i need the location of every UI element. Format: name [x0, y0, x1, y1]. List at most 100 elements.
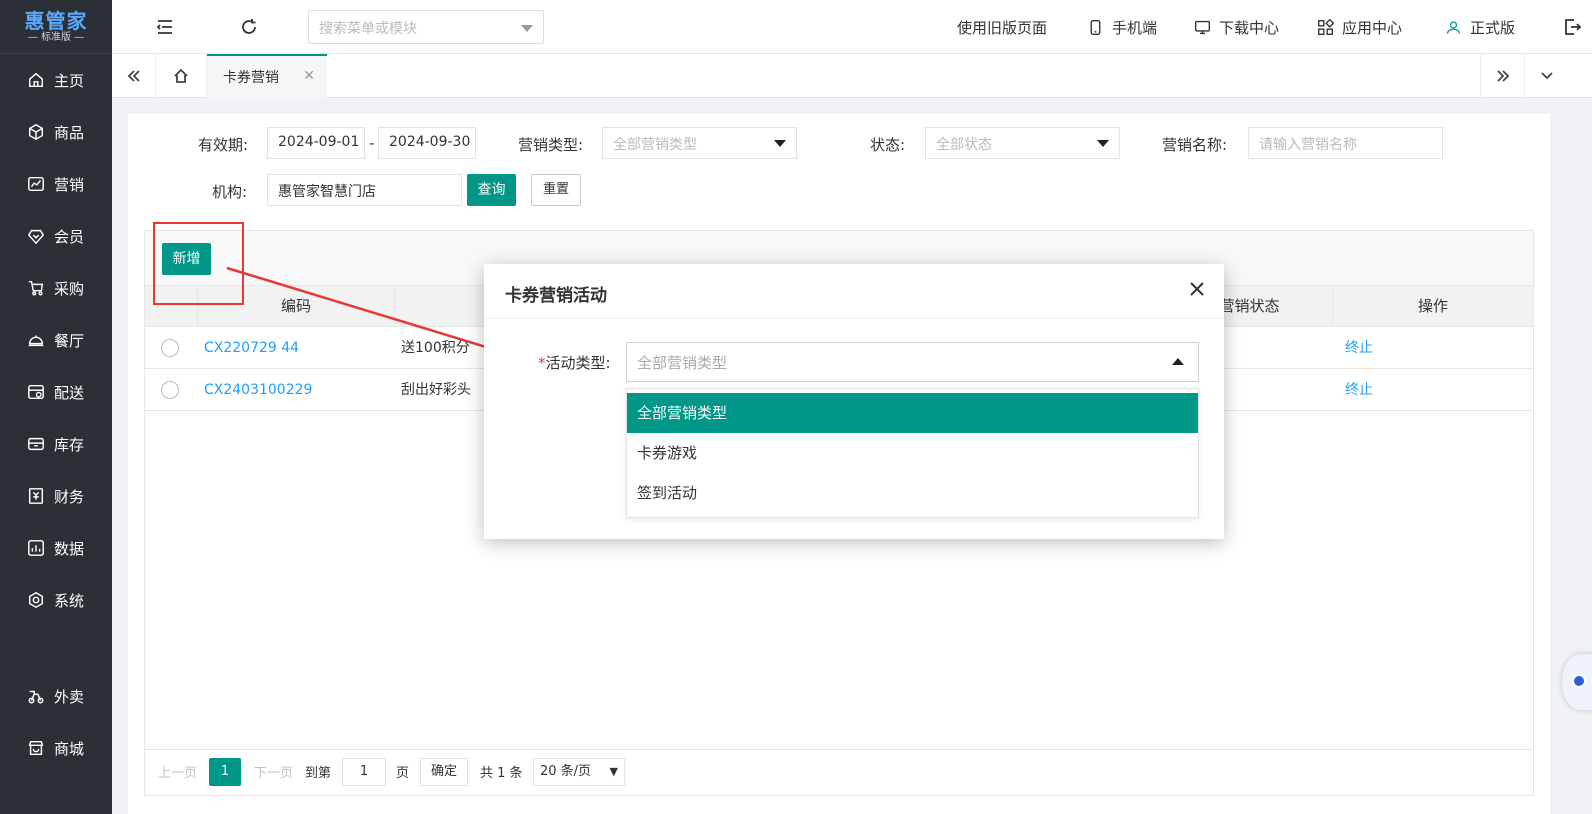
marketing-type-select[interactable]: 全部营销类型: [602, 127, 797, 159]
brand-name: 惠管家: [24, 8, 88, 33]
query-button[interactable]: 查询: [467, 174, 516, 206]
logout-icon[interactable]: [1562, 17, 1582, 37]
dropdown-option-checkin[interactable]: 签到活动: [627, 473, 1198, 513]
old-page-link[interactable]: 使用旧版页面: [957, 17, 1047, 38]
row-code-link[interactable]: CX2403100229: [204, 369, 312, 411]
sidebar-item-label: 商品: [54, 123, 85, 142]
required-mark: *: [538, 354, 546, 372]
menu-toggle-icon[interactable]: [155, 17, 175, 37]
dropdown-option-all[interactable]: 全部营销类型: [627, 393, 1198, 433]
action-column-header: 操作: [1417, 297, 1448, 315]
member-icon: [26, 226, 46, 246]
apps-label: 应用中心: [1342, 19, 1403, 37]
status-label: 状态:: [870, 136, 906, 154]
reset-button[interactable]: 重置: [531, 174, 581, 206]
org-label: 机构:: [212, 183, 248, 201]
validity-label: 有效期:: [198, 136, 249, 154]
current-page[interactable]: 1: [209, 758, 241, 786]
app-center-link[interactable]: 应用中心: [1317, 17, 1402, 38]
version-link[interactable]: 正式版: [1445, 17, 1515, 38]
sidebar-item-takeout[interactable]: 外卖: [0, 676, 112, 716]
sidebar-item-label: 外卖: [54, 687, 85, 706]
old-page-label: 使用旧版页面: [957, 19, 1048, 37]
prev-page-button[interactable]: 上一页: [158, 762, 197, 781]
mobile-link[interactable]: 手机端: [1087, 17, 1157, 38]
status-select[interactable]: 全部状态: [925, 127, 1120, 159]
sidebar-item-inventory[interactable]: 库存: [0, 424, 112, 464]
version-label: 正式版: [1470, 19, 1516, 37]
row-code-link[interactable]: CX220729 44: [204, 327, 299, 369]
chevron-down-icon: ▼: [609, 765, 618, 778]
sidebar-item-label: 会员: [54, 227, 85, 246]
sidebar-item-data[interactable]: 数据: [0, 528, 112, 568]
row-radio[interactable]: [161, 381, 179, 399]
top-bar: 搜索菜单或模块 使用旧版页面 手机端 下载中心 应用中心 正式版: [112, 0, 1592, 54]
sidebar-item-restaurant[interactable]: 餐厅: [0, 320, 112, 360]
row-name: 刮出好彩头: [401, 382, 471, 398]
sidebar-item-purchase[interactable]: 采购: [0, 268, 112, 308]
activity-type-placeholder: 全部营销类型: [637, 354, 728, 372]
mobile-label: 手机端: [1112, 19, 1158, 37]
marketing-name-input[interactable]: 请输入营销名称: [1248, 127, 1443, 159]
marketing-name-label: 营销名称:: [1162, 136, 1228, 154]
sidebar-item-label: 主页: [54, 71, 85, 90]
per-page-select[interactable]: 20 条/页 ▼: [533, 758, 625, 786]
tab-label: 卡券营销: [223, 70, 279, 86]
goto-confirm-button[interactable]: 确定: [420, 758, 468, 786]
next-page-button[interactable]: 下一页: [254, 762, 293, 781]
sidebar-item-label: 商城: [54, 739, 85, 758]
sidebar-item-label: 财务: [54, 487, 85, 506]
home-icon: [26, 70, 46, 90]
row-terminate-link[interactable]: 终止: [1345, 369, 1373, 411]
close-icon[interactable]: [1186, 278, 1208, 300]
date-separator: -: [369, 134, 375, 152]
tabs-menu-button[interactable]: [1524, 54, 1568, 98]
activity-type-select[interactable]: 全部营销类型: [626, 342, 1199, 382]
row-radio[interactable]: [161, 339, 179, 357]
goto-page-input[interactable]: 1: [342, 758, 386, 786]
box-icon: [26, 122, 46, 142]
activity-type-label-text: 活动类型:: [545, 354, 611, 372]
close-icon[interactable]: ✕: [303, 68, 315, 84]
sidebar-item-label: 库存: [54, 435, 85, 454]
cart-icon: [26, 278, 46, 298]
tabs-scroll-left-button[interactable]: [112, 54, 156, 98]
menu-search-input[interactable]: 搜索菜单或模块: [308, 10, 544, 44]
sidebar-item-marketing[interactable]: 营销: [0, 164, 112, 204]
tabs-scroll-right-button[interactable]: [1480, 54, 1524, 98]
sidebar-item-home[interactable]: 主页: [0, 60, 112, 100]
sidebar-item-finance[interactable]: 财务: [0, 476, 112, 516]
date-start-input[interactable]: 2024-09-01: [267, 127, 365, 159]
settings-icon: [26, 590, 46, 610]
finance-icon: [26, 486, 46, 506]
sidebar-item-products[interactable]: 商品: [0, 112, 112, 152]
sidebar-item-mall[interactable]: 商城: [0, 728, 112, 768]
status-placeholder: 全部状态: [936, 137, 992, 153]
sidebar-item-label: 数据: [54, 539, 85, 558]
dropdown-option-coupon-game[interactable]: 卡券游戏: [627, 433, 1198, 473]
sidebar-item-members[interactable]: 会员: [0, 216, 112, 256]
activity-type-dropdown: 全部营销类型 卡券游戏 签到活动: [626, 388, 1199, 518]
date-end-input[interactable]: 2024-09-30: [378, 127, 476, 159]
annotation-highlight-box: [153, 222, 244, 305]
tab-home[interactable]: [156, 54, 207, 98]
sidebar-item-delivery[interactable]: 配送: [0, 372, 112, 412]
sidebar-item-label: 系统: [54, 591, 85, 610]
org-input[interactable]: 惠管家智慧门店: [267, 174, 462, 206]
row-terminate-link[interactable]: 终止: [1345, 327, 1373, 369]
floating-assistant[interactable]: [1562, 654, 1592, 710]
sidebar-item-label: 采购: [54, 279, 85, 298]
pagination: 上一页 1 下一页 到第 1 页 确定 共 1 条 20 条/页 ▼: [145, 749, 1533, 795]
sidebar-item-system[interactable]: 系统: [0, 580, 112, 620]
sidebar: 惠管家 — 标准版 — 主页 商品 营销 会员 采购 餐厅 配送 库存 财务 数…: [0, 0, 112, 814]
chevron-down-icon: [521, 25, 533, 32]
delivery-icon: [26, 382, 46, 402]
double-chevron-left-icon: [127, 70, 140, 82]
brand-logo[interactable]: 惠管家 — 标准版 —: [0, 0, 112, 54]
download-center-link[interactable]: 下载中心: [1194, 17, 1279, 38]
dish-icon: [26, 330, 46, 350]
sidebar-item-label: 餐厅: [54, 331, 85, 350]
refresh-icon[interactable]: [239, 17, 259, 37]
user-icon: [1446, 21, 1461, 34]
tab-coupon-marketing[interactable]: 卡券营销 ✕: [207, 54, 327, 98]
